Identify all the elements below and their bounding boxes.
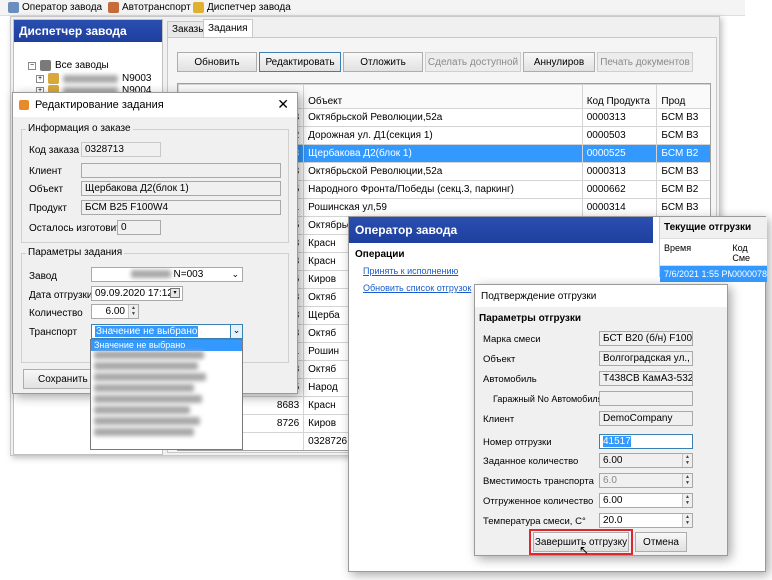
- main-toolbar: Оператор завода Автотранспорт Диспетчер …: [0, 0, 745, 16]
- table-cell: 0000314: [581, 198, 658, 217]
- table-cell: Октябрьской Революции,52а: [303, 108, 583, 127]
- stepper-arrows-icon[interactable]: ▲ ▼: [682, 494, 692, 507]
- shipment-number-field[interactable]: 41517: [599, 434, 693, 449]
- table-cell: Дорожная ул. Д1(секция 1): [303, 126, 583, 145]
- shipped-quantity-stepper[interactable]: 6.00 ▲ ▼: [599, 493, 693, 508]
- table-cell: БСМ В2: [656, 144, 710, 163]
- transport-select[interactable]: Значение не выбрано ⌄: [91, 324, 243, 339]
- dialog-titlebar: Редактирование задания ✕: [13, 93, 297, 117]
- operator-titlebar: Оператор завода: [349, 217, 653, 243]
- postpone-button[interactable]: Отложить: [343, 52, 423, 72]
- stepper-arrows-icon: ▲ ▼: [682, 474, 692, 487]
- table-cell: БСМ В3: [656, 126, 710, 145]
- refresh-button[interactable]: Обновить: [177, 52, 257, 72]
- table-cell: БСМ В3: [656, 162, 710, 181]
- factory-icon: [8, 2, 19, 13]
- remaining-field: 0: [117, 220, 161, 235]
- shipment-date-picker[interactable]: 09.09.2020 17:12 ▾: [91, 286, 183, 301]
- col-header-product-code[interactable]: Код Продукта: [581, 84, 658, 109]
- client-field: DemoCompany: [599, 411, 693, 426]
- object-field: Волгоградская ул., 18: [599, 351, 693, 366]
- table-cell: 0000662: [581, 180, 658, 199]
- chart-icon: [193, 2, 204, 13]
- app-icon: [19, 100, 29, 110]
- confirm-shipment-dialog: Подтверждение отгрузки Параметры отгрузк…: [474, 284, 728, 557]
- quantity-stepper[interactable]: 6.00 ▲ ▼: [91, 304, 139, 319]
- dropdown-option[interactable]: [91, 373, 242, 384]
- truck-icon: [108, 2, 119, 13]
- table-cell: 0000525: [581, 144, 658, 163]
- toolbar-operator-button[interactable]: Оператор завода: [8, 2, 102, 13]
- table-cell: Рошинская ул,59: [303, 198, 583, 217]
- make-available-button[interactable]: Сделать доступной: [425, 52, 521, 72]
- toolbar-transport-button[interactable]: Автотранспорт: [108, 2, 191, 13]
- plant-icon: [48, 73, 59, 84]
- col-header-time[interactable]: Время: [664, 243, 732, 263]
- dropdown-option[interactable]: [91, 395, 242, 406]
- dialog-titlebar: Подтверждение отгрузки: [475, 285, 727, 307]
- dropdown-option[interactable]: [91, 351, 242, 362]
- folder-icon: [40, 60, 51, 71]
- print-documents-button[interactable]: Печать документов: [597, 52, 693, 72]
- calendar-icon[interactable]: ▾: [170, 288, 180, 298]
- chevron-down-icon[interactable]: ⌄: [230, 325, 242, 338]
- stepper-arrows-icon: ▲ ▼: [682, 454, 692, 467]
- tree-root[interactable]: − Все заводы: [28, 60, 109, 71]
- order-code-field: 0328713: [81, 142, 161, 157]
- mix-temperature-stepper[interactable]: 20.0 ▲ ▼: [599, 513, 693, 528]
- planned-quantity-stepper: 6.00 ▲ ▼: [599, 453, 693, 468]
- chevron-down-icon[interactable]: ⌄: [231, 268, 239, 280]
- cancel-button[interactable]: Отмена: [635, 532, 687, 552]
- table-cell: БСМ В3: [656, 108, 710, 127]
- stepper-arrows-icon[interactable]: ▲ ▼: [128, 305, 138, 318]
- dropdown-option[interactable]: Значение не выбрано: [91, 340, 242, 351]
- table-cell: 0000313: [581, 162, 658, 181]
- col-header-code[interactable]: Код Сме: [732, 243, 767, 263]
- current-shipments-panel: Текущие отгрузки Время Код Сме 7/6/2021 …: [659, 217, 767, 282]
- cancel-task-button[interactable]: Аннулиров: [523, 52, 595, 72]
- vehicle-field: Т438СВ КамАЗ-5320 А: [599, 371, 693, 386]
- table-cell: БСМ В3: [656, 198, 710, 217]
- tab-tasks[interactable]: Задания: [203, 19, 253, 37]
- expand-icon[interactable]: −: [28, 61, 36, 70]
- mix-field: БСТ В20 (б/н) F100W4: [599, 331, 693, 346]
- edit-button[interactable]: Редактировать: [259, 52, 341, 72]
- product-field: БСМ В25 F100W4: [81, 200, 281, 215]
- accept-task-link[interactable]: Принять к исполнению: [363, 266, 458, 276]
- tree-item-plant-3[interactable]: + N9003: [36, 73, 156, 84]
- table-cell: Щербакова Д2(блок 1): [303, 144, 583, 163]
- dropdown-option[interactable]: [91, 362, 242, 373]
- dropdown-option[interactable]: [91, 384, 242, 395]
- table-cell: Народного Фронта/Победы (секц.3, паркинг…: [303, 180, 583, 199]
- dropdown-option[interactable]: [91, 428, 242, 439]
- plant-select[interactable]: N=003 ⌄: [91, 267, 243, 282]
- col-header-product[interactable]: Прод: [656, 84, 710, 109]
- refresh-shipments-link[interactable]: Обновить список отгрузок: [363, 283, 471, 293]
- cursor-icon: ↖: [579, 543, 590, 557]
- toolbar-dispatcher-button[interactable]: Диспетчер завода: [193, 2, 291, 13]
- capacity-stepper: 6.0 ▲ ▼: [599, 473, 693, 488]
- table-cell: 0000503: [581, 126, 658, 145]
- close-icon[interactable]: ✕: [277, 96, 289, 113]
- col-header-object[interactable]: Объект: [303, 84, 583, 109]
- stepper-arrows-icon[interactable]: ▲ ▼: [682, 514, 692, 527]
- plants-panel-title: Диспетчер завода: [14, 20, 162, 42]
- expand-icon[interactable]: +: [36, 74, 44, 83]
- dropdown-option[interactable]: [91, 417, 242, 428]
- garage-number-field: [599, 391, 693, 406]
- transport-dropdown-list: Значение не выбрано: [90, 339, 243, 450]
- object-field: Щербакова Д2(блок 1): [81, 181, 281, 196]
- table-cell: БСМ В2: [656, 180, 710, 199]
- dropdown-option[interactable]: [91, 406, 242, 417]
- current-shipments-title: Текущие отгрузки: [660, 217, 767, 239]
- table-cell: Октябрьской Революции,52а: [303, 162, 583, 181]
- table-cell: [179, 451, 304, 452]
- table-cell: 0000313: [581, 108, 658, 127]
- shipment-row[interactable]: 7/6/2021 1:55 PM 0000078: [660, 266, 767, 282]
- client-field: [81, 163, 281, 178]
